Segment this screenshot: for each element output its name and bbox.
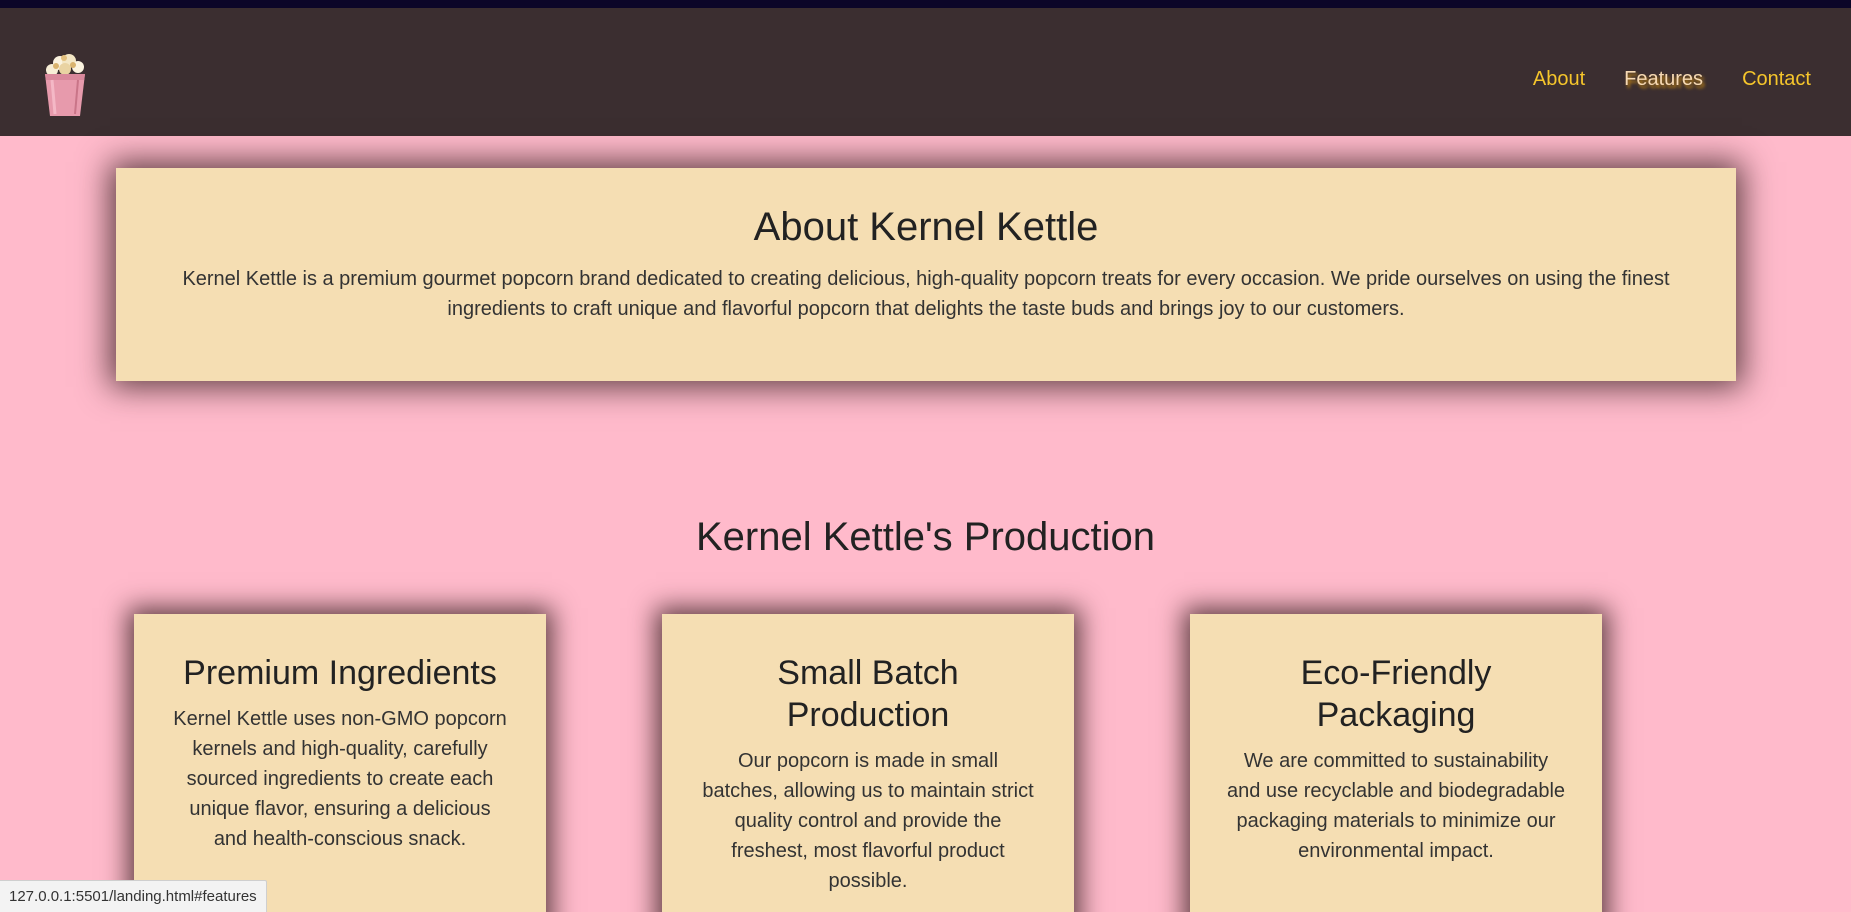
popcorn-bucket-icon[interactable]	[40, 52, 90, 118]
feature-text: Our popcorn is made in small batches, al…	[702, 750, 1034, 892]
feature-card-premium-ingredients: Premium Ingredients Kernel Kettle uses n…	[134, 614, 546, 912]
feature-text: Kernel Kettle uses non-GMO popcorn kerne…	[173, 708, 507, 850]
nav-link-contact[interactable]: Contact	[1742, 66, 1811, 92]
nav-links: About Features Contact	[1533, 66, 1811, 92]
window-top-strip	[0, 0, 1851, 8]
nav-link-about[interactable]: About	[1533, 66, 1585, 92]
feature-title: Eco-Friendly Packaging	[1300, 654, 1492, 734]
about-section: About Kernel Kettle Kernel Kettle is a p…	[116, 168, 1736, 381]
about-text: Kernel Kettle is a premium gourmet popco…	[182, 268, 1670, 320]
feature-text: We are committed to sustainability and u…	[1226, 750, 1566, 862]
feature-title: Small Batch Production	[777, 654, 959, 734]
nav-link-features[interactable]: Features	[1624, 66, 1703, 92]
production-title: Kernel Kettle's Production	[695, 515, 1155, 559]
feature-card-small-batch: Small Batch Production Our popcorn is ma…	[662, 614, 1074, 912]
feature-card-eco-friendly: Eco-Friendly Packaging We are committed …	[1190, 614, 1602, 912]
feature-title: Premium Ingredients	[183, 654, 497, 692]
status-bar-url: 127.0.0.1:5501/landing.html#features	[0, 880, 267, 912]
about-title: About Kernel Kettle	[753, 205, 1099, 249]
navbar: About Features Contact	[0, 8, 1851, 136]
